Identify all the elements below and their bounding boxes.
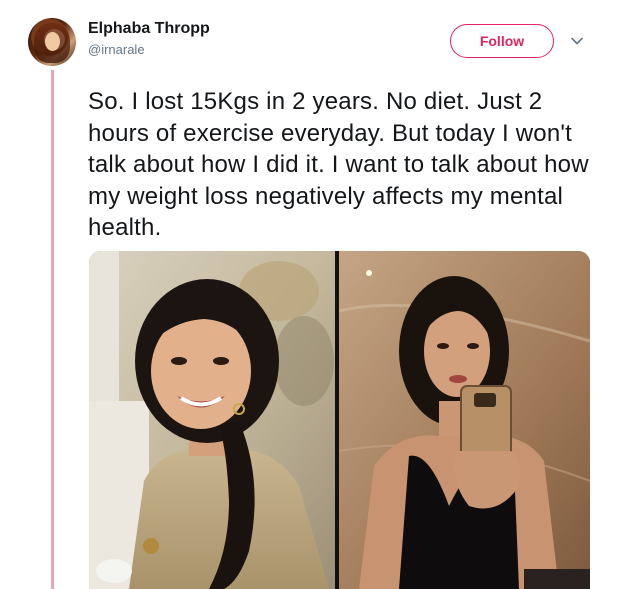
avatar-face (45, 32, 60, 51)
before-photo-illustration (89, 251, 335, 589)
before-photo[interactable] (89, 251, 335, 589)
thread-line (51, 70, 54, 589)
avatar[interactable] (28, 18, 76, 66)
author-name[interactable]: Elphaba Thropp (88, 20, 210, 38)
tweet-media[interactable] (89, 251, 590, 589)
author-handle[interactable]: @irnarale (88, 42, 145, 57)
follow-button[interactable]: Follow (450, 24, 554, 58)
after-photo[interactable] (339, 251, 590, 589)
chevron-down-icon[interactable] (570, 34, 584, 48)
tweet-text: So. I lost 15Kgs in 2 years. No diet. Ju… (88, 88, 589, 241)
after-photo-illustration (339, 251, 590, 589)
